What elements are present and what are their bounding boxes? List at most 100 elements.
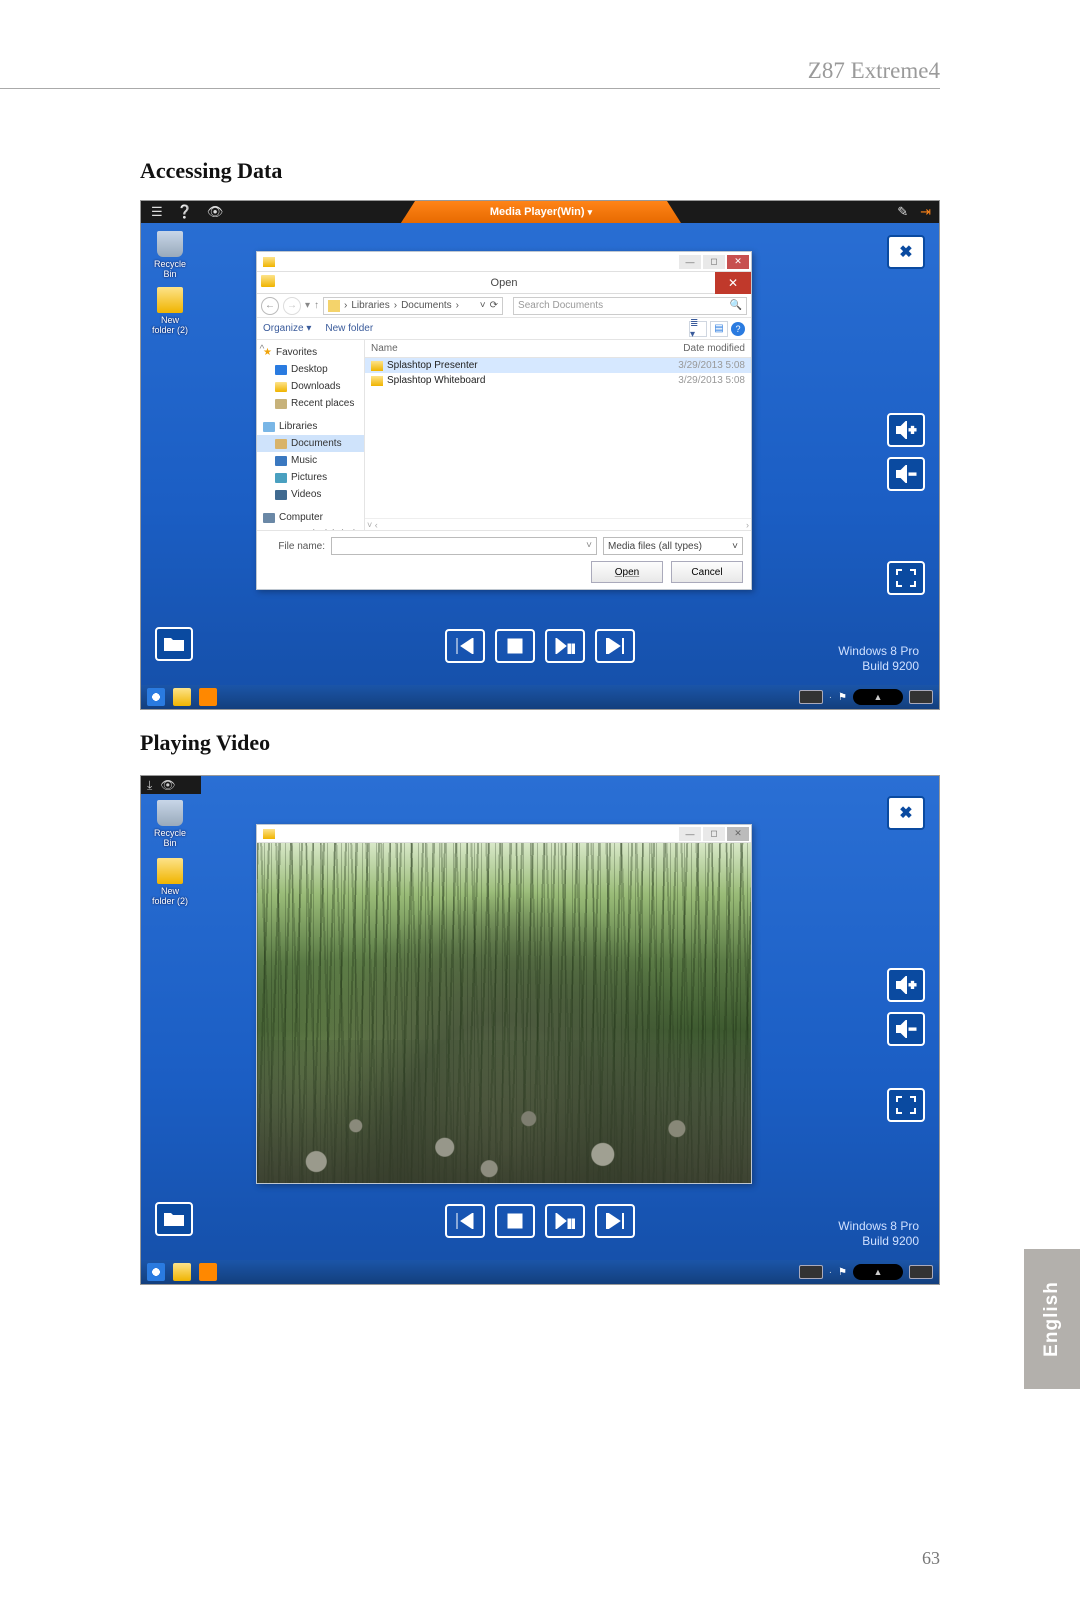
volume-up-button[interactable]: +	[887, 968, 925, 1002]
eye-icon[interactable]: 👁	[207, 204, 224, 220]
fullscreen-button[interactable]	[887, 1088, 925, 1122]
preview-pane-button[interactable]: ▤	[710, 321, 728, 337]
desktop-icon-new-folder[interactable]: New folder (2)	[149, 858, 191, 906]
sidebar-item-recent[interactable]: Recent places	[257, 395, 364, 412]
sidebar-computer-header[interactable]: Computer	[257, 509, 364, 526]
tray-keyboard-icon[interactable]	[799, 690, 823, 704]
desktop-icon-recycle-bin[interactable]: Recycle Bin	[149, 231, 191, 279]
tray-pill[interactable]: ▲	[853, 689, 903, 705]
breadcrumb-dropdown[interactable]: ˅	[480, 300, 486, 311]
sidebar-pictures-label: Pictures	[291, 472, 327, 483]
fullscreen-button[interactable]	[887, 561, 925, 595]
sidebar-libraries-header[interactable]: Libraries	[257, 418, 364, 435]
play-pause-button[interactable]	[545, 1204, 585, 1238]
help-icon[interactable]: ❔	[177, 204, 193, 220]
sidebar-item-pictures[interactable]: Pictures	[257, 469, 364, 486]
breadcrumb-libraries[interactable]: Libraries	[351, 300, 389, 311]
file-row[interactable]: Splashtop Presenter 3/29/2013 5:08	[365, 358, 751, 373]
taskbar-explorer-icon[interactable]	[173, 1263, 191, 1281]
stop-button[interactable]	[495, 629, 535, 663]
next-button[interactable]	[595, 629, 635, 663]
collapse-icon[interactable]: ⤓	[147, 778, 152, 793]
desktop-icon-recycle-bin[interactable]: Recycle Bin	[149, 800, 191, 848]
prev-button[interactable]	[445, 629, 485, 663]
close-button[interactable]: ✕	[727, 255, 749, 269]
breadcrumb-refresh[interactable]: ⟳	[490, 300, 498, 311]
sidebar-favorites-header[interactable]: ★Favorites	[257, 344, 364, 361]
taskbar: · ⚑ ▲	[141, 685, 939, 709]
tray-keyboard-icon-2[interactable]	[909, 1265, 933, 1279]
nav-up-button[interactable]: ↑	[314, 300, 319, 311]
taskbar-ie-icon[interactable]	[147, 1263, 165, 1281]
close-overlay-button[interactable]: ✖	[887, 235, 925, 269]
taskbar-media-icon[interactable]	[199, 688, 217, 706]
play-pause-button[interactable]	[545, 629, 585, 663]
remote-session-title[interactable]: Media Player(Win) ▾	[401, 201, 681, 223]
volume-down-button[interactable]: −	[887, 457, 925, 491]
organize-button[interactable]: Organize ▾	[263, 323, 311, 334]
sidebar-item-videos[interactable]: Videos	[257, 486, 364, 503]
eye-icon[interactable]: 👁	[160, 778, 175, 792]
next-button[interactable]	[595, 1204, 635, 1238]
sidebar-item-music[interactable]: Music	[257, 452, 364, 469]
file-type-filter[interactable]: Media files (all types)˅	[603, 537, 743, 555]
open-file-button[interactable]	[155, 1202, 193, 1236]
stop-button[interactable]	[495, 1204, 535, 1238]
tray-pill[interactable]: ▲	[853, 1264, 903, 1280]
volume-down-button[interactable]: −	[887, 1012, 925, 1046]
sidebar-item-downloads[interactable]: Downloads	[257, 378, 364, 395]
open-button[interactable]: Open	[591, 561, 663, 583]
cancel-button[interactable]: Cancel	[671, 561, 743, 583]
disk-icon	[275, 530, 287, 531]
file-name-input[interactable]: ˅	[331, 537, 597, 555]
volume-up-button[interactable]: +	[887, 413, 925, 447]
hscrollbar[interactable]: ˅ ‹›	[365, 518, 751, 530]
svg-text:−: −	[909, 1022, 916, 1036]
tray-flag-icon[interactable]: ⚑	[838, 692, 847, 703]
minimize-button[interactable]: —	[679, 255, 701, 269]
file-type-filter-label: Media files (all types)	[608, 541, 702, 552]
tray-keyboard-icon-2[interactable]	[909, 690, 933, 704]
nav-recent-dropdown[interactable]: ▾	[305, 300, 310, 311]
open-dialog-close-button[interactable]: ✕	[715, 272, 751, 294]
nav-back-button[interactable]: ←	[261, 297, 279, 315]
edit-icon[interactable]: ✎	[897, 204, 908, 220]
sidebar-desktop-label: Desktop	[291, 364, 328, 375]
close-button[interactable]: ✕	[727, 827, 749, 841]
close-overlay-button[interactable]: ✖	[887, 796, 925, 830]
taskbar-ie-icon[interactable]	[147, 688, 165, 706]
downloads-icon	[275, 382, 287, 392]
view-mode-button[interactable]: ≣ ▾	[689, 321, 707, 337]
video-frame-rainforest[interactable]	[257, 843, 751, 1183]
new-folder-button[interactable]: New folder	[325, 323, 373, 334]
taskbar-media-icon[interactable]	[199, 1263, 217, 1281]
maximize-button[interactable]: ◻	[703, 827, 725, 841]
tray-flag-icon[interactable]: ⚑	[838, 1267, 847, 1278]
exit-icon[interactable]: ⇥	[920, 204, 931, 220]
collapse-icon[interactable]: ☰	[151, 204, 163, 220]
tray-keyboard-icon[interactable]	[799, 1265, 823, 1279]
taskbar-explorer-icon[interactable]	[173, 688, 191, 706]
breadcrumb-documents[interactable]: Documents	[401, 300, 452, 311]
file-row[interactable]: Splashtop Whiteboard 3/29/2013 5:08	[365, 373, 751, 388]
sidebar-item-disk-c[interactable]: Local Disk (C:)	[257, 526, 364, 530]
desktop-icon-new-folder[interactable]: New folder (2)	[149, 287, 191, 335]
dialog-help-button[interactable]: ?	[731, 322, 745, 336]
file-name-1: Splashtop Whiteboard	[387, 375, 655, 386]
breadcrumb[interactable]: › Libraries › Documents › ˅⟳	[323, 297, 503, 315]
sidebar-computer-label: Computer	[279, 512, 323, 523]
sidebar-item-desktop[interactable]: Desktop	[257, 361, 364, 378]
minimize-button[interactable]: —	[679, 827, 701, 841]
col-date[interactable]: Date modified	[661, 340, 751, 357]
open-file-button[interactable]	[155, 627, 193, 661]
sidebar-item-documents[interactable]: Documents	[257, 435, 364, 452]
language-tab: English	[1024, 1249, 1080, 1389]
prev-button[interactable]	[445, 1204, 485, 1238]
svg-text:+: +	[909, 978, 916, 992]
open-dialog-folder-icon	[261, 275, 275, 287]
maximize-button[interactable]: ◻	[703, 255, 725, 269]
sidebar-recent-label: Recent places	[291, 398, 354, 409]
nav-forward-button[interactable]: →	[283, 297, 301, 315]
search-input[interactable]: Search Documents 🔍	[513, 297, 747, 315]
col-name[interactable]: Name	[365, 340, 661, 357]
